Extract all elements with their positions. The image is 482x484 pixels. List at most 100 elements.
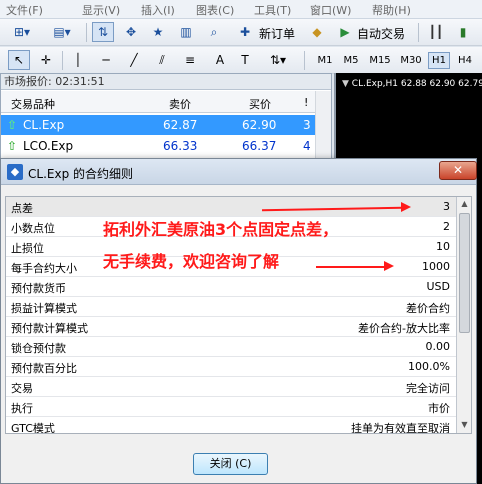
auto-trading-icon[interactable]: ▶ (334, 22, 356, 42)
toolbar-divider (304, 51, 305, 70)
table-row[interactable]: 预付款百分比 100.0% (6, 357, 456, 377)
timeframe-m5[interactable]: M5 (340, 52, 362, 69)
row-value: 1000 (422, 260, 450, 273)
row-value: 差价合约 (406, 302, 450, 315)
row-value: 10 (436, 240, 450, 253)
toolbar-divider (418, 23, 419, 42)
table-row[interactable]: 锁仓预付款 0.00 (6, 337, 456, 357)
vertical-line-icon[interactable]: │ (67, 50, 89, 70)
close-icon[interactable]: ✕ (439, 161, 477, 180)
row-label: 预付款货币 (11, 282, 66, 295)
symbol-name: LCO.Exp (23, 139, 74, 153)
ask-price: 62.90 (242, 118, 277, 132)
toolbar-divider (62, 51, 63, 70)
table-row[interactable]: 预付款货币 USD (6, 277, 456, 297)
chart-title: ▼ CL.Exp,H1 62.88 62.90 62.79 (342, 79, 482, 89)
auto-trading-button[interactable]: 自动交易 (357, 25, 405, 42)
column-spread[interactable]: ! (304, 96, 308, 109)
menu-bar: 文件(F) 显示(V) 插入(I) 图表(C) 工具(T) 窗口(W) 帮助(H… (0, 0, 482, 19)
annotation-line-2: 无手续费，欢迎咨询了解 (103, 252, 280, 271)
market-watch-header: 交易品种 卖价 买价 ! (1, 91, 331, 113)
annotation-line-1: 拓利外汇美原油3个点固定点差， (103, 220, 339, 239)
row-label: GTC模式 (11, 422, 55, 434)
row-label: 预付款计算模式 (11, 322, 88, 335)
fibonacci-icon[interactable]: ≡ (179, 50, 201, 70)
close-button[interactable]: 关闭 (C) (193, 453, 268, 475)
new-chart-icon[interactable]: ⊞▾ (4, 22, 40, 42)
timeframe-h1[interactable]: H1 (428, 52, 450, 69)
channel-icon[interactable]: ⫽ (151, 50, 173, 70)
row-value: 差价合约-放大比率 (358, 322, 450, 335)
scroll-up-icon[interactable]: ▲ (459, 199, 470, 210)
metaeditor-icon[interactable]: ◆ (306, 22, 328, 42)
market-watch-panel: 市场报价: 02:31:51 交易品种 卖价 买价 ! ⇧ CL.Exp 62.… (0, 73, 332, 168)
symbol-name: CL.Exp (23, 118, 65, 132)
dialog-title: CL.Exp 的合约细则 (28, 167, 133, 181)
timeframe-m15[interactable]: M15 (366, 52, 394, 69)
table-row[interactable]: 交易 完全访问 (6, 377, 456, 397)
new-order-icon[interactable]: ✚ (234, 22, 256, 42)
menu-file[interactable]: 文件(F) (6, 2, 43, 18)
arrows-icon[interactable]: ⇅▾ (260, 50, 296, 70)
horizontal-line-icon[interactable]: ─ (95, 50, 117, 70)
terminal-icon[interactable]: ▥ (175, 22, 197, 42)
timeframe-m1[interactable]: M1 (314, 52, 336, 69)
favorites-icon[interactable]: ★ (147, 22, 169, 42)
row-value: 0.00 (425, 340, 451, 353)
row-value: 完全访问 (406, 382, 450, 395)
new-order-button[interactable]: 新订单 (259, 25, 295, 42)
column-bid[interactable]: 卖价 (169, 96, 191, 112)
arrow-right-icon (384, 261, 394, 271)
drawing-toolbar: ↖ ✛ │ ─ ╱ ⫽ ≡ A T ⇅▾ M1 M5 M15 M30 H1 H4 (0, 47, 482, 74)
text-icon[interactable]: A (209, 50, 231, 70)
trendline-icon[interactable]: ╱ (123, 50, 145, 70)
bar-chart-icon[interactable]: ┃┃ (425, 22, 447, 42)
row-label: 每手合约大小 (11, 262, 77, 275)
dialog-titlebar[interactable]: ◆ CL.Exp 的合约细则 ✕ (1, 159, 477, 185)
market-row-lco[interactable]: ⇧ LCO.Exp 66.33 66.37 4 (1, 136, 316, 156)
market-watch-scrollbar[interactable] (315, 91, 331, 167)
up-arrow-icon: ⇧ (7, 118, 18, 132)
app-icon: ◆ (7, 164, 23, 180)
menu-insert[interactable]: 插入(I) (141, 2, 175, 18)
chart-dropdown-icon[interactable]: ▼ (342, 79, 352, 89)
market-watch-icon[interactable]: ⇅ (92, 22, 114, 42)
timeframe-m30[interactable]: M30 (397, 52, 425, 69)
table-row[interactable]: 执行 市价 (6, 397, 456, 417)
menu-help[interactable]: 帮助(H) (372, 2, 411, 18)
row-label: 预付款百分比 (11, 362, 77, 375)
menu-tools[interactable]: 工具(T) (254, 2, 291, 18)
bid-price: 66.33 (163, 139, 198, 153)
scroll-thumb[interactable] (459, 213, 470, 333)
scroll-down-icon[interactable]: ▼ (459, 420, 470, 431)
up-arrow-icon: ⇧ (7, 139, 18, 153)
table-row[interactable]: 损益计算模式 差价合约 (6, 297, 456, 317)
market-watch-title: 市场报价: 02:31:51 (1, 74, 331, 90)
candlestick-icon[interactable]: ▮ (452, 22, 474, 42)
row-value: 挂单为有效直至取消 (351, 422, 450, 434)
row-label: 止损位 (11, 242, 44, 255)
market-row-cl[interactable]: ⇧ CL.Exp 62.87 62.90 3 (1, 115, 316, 135)
column-ask[interactable]: 买价 (249, 96, 271, 112)
standard-toolbar: ⊞▾ ▤▾ ⇅ ✥ ★ ▥ ⌕ ✚ 新订单 ◆ ▶ 自动交易 ┃┃ ▮ (0, 19, 482, 46)
table-scrollbar[interactable]: ▲ ▼ (457, 197, 471, 433)
timeframe-h4[interactable]: H4 (454, 52, 476, 69)
ask-price: 66.37 (242, 139, 277, 153)
strategy-tester-icon[interactable]: ⌕ (203, 22, 225, 42)
crosshair-icon[interactable]: ✛ (35, 50, 57, 70)
annotation-arrow-line (316, 266, 384, 268)
menu-window[interactable]: 窗口(W) (310, 2, 351, 18)
cursor-icon[interactable]: ↖ (8, 50, 30, 70)
navigator-icon[interactable]: ✥ (120, 22, 142, 42)
menu-chart[interactable]: 图表(C) (196, 2, 234, 18)
row-label: 执行 (11, 402, 33, 415)
menu-view[interactable]: 显示(V) (82, 2, 120, 18)
profiles-icon[interactable]: ▤▾ (44, 22, 80, 42)
table-row[interactable]: 预付款计算模式 差价合约-放大比率 (6, 317, 456, 337)
row-value: 市价 (428, 402, 450, 415)
row-label: 小数点位 (11, 222, 55, 235)
text-label-icon[interactable]: T (234, 50, 256, 70)
table-row[interactable]: GTC模式 挂单为有效直至取消 (6, 417, 456, 434)
row-label: 点差 (11, 202, 33, 215)
column-symbol[interactable]: 交易品种 (11, 96, 55, 112)
